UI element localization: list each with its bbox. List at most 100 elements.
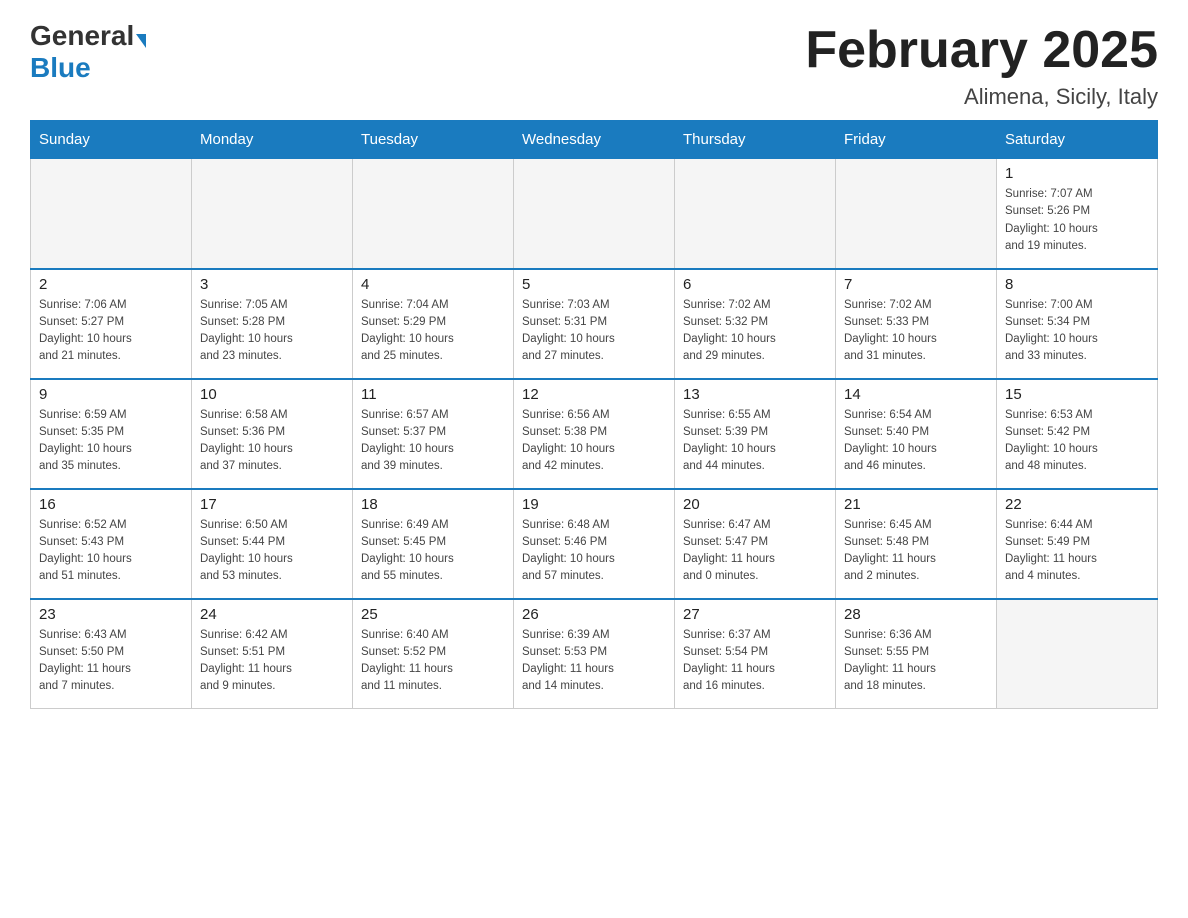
table-row: 25 Sunrise: 6:40 AM Sunset: 5:52 PM Dayli… (353, 599, 514, 709)
table-row: 21Sunrise: 6:45 AM Sunset: 5:48 PM Dayli… (836, 489, 997, 599)
day-info: Sunrise: 7:03 AM Sunset: 5:31 PM Dayligh… (522, 297, 666, 366)
day-info: Sunrise: 6:40 AM Sunset: 5:52 PM Dayligh… (361, 627, 505, 696)
day-info: Sunrise: 7:04 AM Sunset: 5:29 PM Dayligh… (361, 297, 505, 366)
day-info: Sunrise: 6:55 AM Sunset: 5:39 PM Dayligh… (683, 407, 827, 476)
table-row: 8Sunrise: 7:00 AM Sunset: 5:34 PM Daylig… (997, 269, 1158, 379)
day-number: 24 (200, 606, 344, 623)
table-row: 11 Sunrise: 6:57 AM Sunset: 5:37 PM Dayli… (353, 379, 514, 489)
day-number: 5 (522, 276, 666, 293)
day-number: 18 (361, 496, 505, 513)
table-row: 13 Sunrise: 6:55 AM Sunset: 5:39 PM Dayli… (675, 379, 836, 489)
table-row: 10 Sunrise: 6:58 AM Sunset: 5:36 PM Dayli… (192, 379, 353, 489)
logo-general: General (30, 20, 146, 52)
day-info: Sunrise: 6:54 AM Sunset: 5:40 PM Dayligh… (844, 407, 988, 476)
logo-blue: Blue (30, 52, 91, 84)
day-info: Sunrise: 7:05 AM Sunset: 5:28 PM Dayligh… (200, 297, 344, 366)
day-info: Sunrise: 6:42 AM Sunset: 5:51 PM Dayligh… (200, 627, 344, 696)
day-info: Sunrise: 6:50 AM Sunset: 5:44 PM Dayligh… (200, 517, 344, 586)
day-info: Sunrise: 7:02 AM Sunset: 5:33 PM Dayligh… (844, 297, 988, 366)
day-number: 19 (522, 496, 666, 513)
day-info: Sunrise: 6:56 AM Sunset: 5:38 PM Dayligh… (522, 407, 666, 476)
table-row: 14 Sunrise: 6:54 AM Sunset: 5:40 PM Dayli… (836, 379, 997, 489)
calendar-week-row: 16Sunrise: 6:52 AM Sunset: 5:43 PM Dayli… (31, 489, 1158, 599)
header-friday: Friday (836, 121, 997, 159)
day-info: Sunrise: 6:43 AM Sunset: 5:50 PM Dayligh… (39, 627, 183, 696)
calendar-week-row: 2 Sunrise: 7:06 AM Sunset: 5:27 PM Daylig… (31, 269, 1158, 379)
table-row (514, 159, 675, 269)
day-number: 11 (361, 386, 505, 403)
day-number: 28 (844, 606, 988, 623)
header-thursday: Thursday (675, 121, 836, 159)
day-number: 16 (39, 496, 183, 513)
day-number: 2 (39, 276, 183, 293)
logo: General Blue (30, 20, 146, 84)
table-row: 28 Sunrise: 6:36 AM Sunset: 5:55 PM Dayli… (836, 599, 997, 709)
day-number: 3 (200, 276, 344, 293)
table-row: 23 Sunrise: 6:43 AM Sunset: 5:50 PM Dayli… (31, 599, 192, 709)
table-row: 12 Sunrise: 6:56 AM Sunset: 5:38 PM Dayli… (514, 379, 675, 489)
title-section: February 2025 Alimena, Sicily, Italy (805, 20, 1158, 110)
table-row: 6 Sunrise: 7:02 AM Sunset: 5:32 PM Daylig… (675, 269, 836, 379)
day-number: 17 (200, 496, 344, 513)
day-number: 6 (683, 276, 827, 293)
day-number: 10 (200, 386, 344, 403)
day-info: Sunrise: 6:39 AM Sunset: 5:53 PM Dayligh… (522, 627, 666, 696)
day-number: 13 (683, 386, 827, 403)
header-tuesday: Tuesday (353, 121, 514, 159)
table-row (997, 599, 1158, 709)
day-number: 12 (522, 386, 666, 403)
table-row: 18Sunrise: 6:49 AM Sunset: 5:45 PM Dayli… (353, 489, 514, 599)
table-row: 7 Sunrise: 7:02 AM Sunset: 5:33 PM Daylig… (836, 269, 997, 379)
day-number: 4 (361, 276, 505, 293)
day-info: Sunrise: 6:53 AM Sunset: 5:42 PM Dayligh… (1005, 407, 1149, 476)
calendar-week-row: 23 Sunrise: 6:43 AM Sunset: 5:50 PM Dayli… (31, 599, 1158, 709)
table-row (675, 159, 836, 269)
header-wednesday: Wednesday (514, 121, 675, 159)
day-info: Sunrise: 6:59 AM Sunset: 5:35 PM Dayligh… (39, 407, 183, 476)
header-sunday: Sunday (31, 121, 192, 159)
page-header: General Blue February 2025 Alimena, Sici… (30, 20, 1158, 110)
table-row (192, 159, 353, 269)
calendar-header-row: Sunday Monday Tuesday Wednesday Thursday… (31, 121, 1158, 159)
calendar-table: Sunday Monday Tuesday Wednesday Thursday… (30, 120, 1158, 709)
day-info: Sunrise: 7:07 AM Sunset: 5:26 PM Dayligh… (1005, 186, 1149, 255)
table-row: 15 Sunrise: 6:53 AM Sunset: 5:42 PM Dayli… (997, 379, 1158, 489)
calendar-week-row: 9Sunrise: 6:59 AM Sunset: 5:35 PM Daylig… (31, 379, 1158, 489)
day-number: 7 (844, 276, 988, 293)
table-row: 1Sunrise: 7:07 AM Sunset: 5:26 PM Daylig… (997, 159, 1158, 269)
day-number: 22 (1005, 496, 1149, 513)
day-info: Sunrise: 6:45 AM Sunset: 5:48 PM Dayligh… (844, 517, 988, 586)
day-number: 20 (683, 496, 827, 513)
day-info: Sunrise: 7:02 AM Sunset: 5:32 PM Dayligh… (683, 297, 827, 366)
table-row (31, 159, 192, 269)
table-row: 4 Sunrise: 7:04 AM Sunset: 5:29 PM Daylig… (353, 269, 514, 379)
table-row: 9Sunrise: 6:59 AM Sunset: 5:35 PM Daylig… (31, 379, 192, 489)
table-row (836, 159, 997, 269)
day-number: 8 (1005, 276, 1149, 293)
table-row: 3 Sunrise: 7:05 AM Sunset: 5:28 PM Daylig… (192, 269, 353, 379)
day-number: 26 (522, 606, 666, 623)
day-info: Sunrise: 6:36 AM Sunset: 5:55 PM Dayligh… (844, 627, 988, 696)
location: Alimena, Sicily, Italy (805, 84, 1158, 110)
table-row: 24 Sunrise: 6:42 AM Sunset: 5:51 PM Dayli… (192, 599, 353, 709)
day-number: 14 (844, 386, 988, 403)
table-row (353, 159, 514, 269)
table-row: 20Sunrise: 6:47 AM Sunset: 5:47 PM Dayli… (675, 489, 836, 599)
day-number: 25 (361, 606, 505, 623)
header-saturday: Saturday (997, 121, 1158, 159)
day-info: Sunrise: 6:58 AM Sunset: 5:36 PM Dayligh… (200, 407, 344, 476)
day-info: Sunrise: 6:57 AM Sunset: 5:37 PM Dayligh… (361, 407, 505, 476)
table-row: 16Sunrise: 6:52 AM Sunset: 5:43 PM Dayli… (31, 489, 192, 599)
table-row: 5 Sunrise: 7:03 AM Sunset: 5:31 PM Daylig… (514, 269, 675, 379)
table-row: 22 Sunrise: 6:44 AM Sunset: 5:49 PM Dayli… (997, 489, 1158, 599)
table-row: 19 Sunrise: 6:48 AM Sunset: 5:46 PM Dayli… (514, 489, 675, 599)
day-number: 23 (39, 606, 183, 623)
day-info: Sunrise: 6:44 AM Sunset: 5:49 PM Dayligh… (1005, 517, 1149, 586)
day-number: 27 (683, 606, 827, 623)
table-row: 2 Sunrise: 7:06 AM Sunset: 5:27 PM Daylig… (31, 269, 192, 379)
day-info: Sunrise: 6:48 AM Sunset: 5:46 PM Dayligh… (522, 517, 666, 586)
month-title: February 2025 (805, 20, 1158, 80)
day-number: 15 (1005, 386, 1149, 403)
day-info: Sunrise: 7:06 AM Sunset: 5:27 PM Dayligh… (39, 297, 183, 366)
table-row: 26 Sunrise: 6:39 AM Sunset: 5:53 PM Dayli… (514, 599, 675, 709)
